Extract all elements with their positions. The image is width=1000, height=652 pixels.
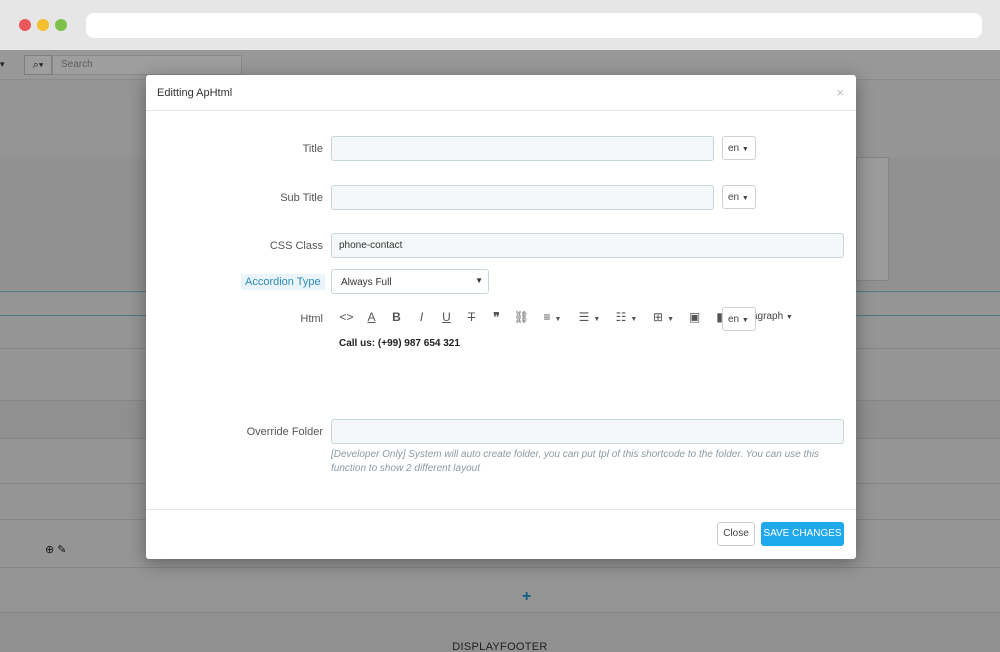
close-icon[interactable]: × xyxy=(836,85,844,100)
window-minimize-dot[interactable] xyxy=(37,19,49,31)
html-label: Html xyxy=(300,313,323,325)
font-color-icon[interactable]: A xyxy=(359,310,384,324)
accordion-type-label: Accordion Type xyxy=(241,274,325,290)
title-label: Title xyxy=(302,143,323,155)
save-changes-button[interactable]: SAVE CHANGES xyxy=(761,522,844,546)
accordion-type-select[interactable]: Always Full ▼ xyxy=(331,269,489,294)
subtitle-lang-select[interactable]: en ▼ xyxy=(722,185,756,209)
quote-icon[interactable]: ❞ xyxy=(484,310,509,324)
bold-icon[interactable]: B xyxy=(384,310,409,324)
editor-toolbar: <> A B I U T ❞ ⛓ ≡ ▼ ☰ ▼ ☷ ▼ ⊞ ▼ ▣ ▮ xyxy=(334,306,732,328)
align-icon[interactable]: ≡ ▼ xyxy=(534,310,571,324)
title-lang-select[interactable]: en ▼ xyxy=(722,136,756,160)
window-maximize-dot[interactable] xyxy=(55,19,67,31)
modal-title: Editting ApHtml xyxy=(157,87,233,99)
chevron-down-icon: ▼ xyxy=(741,195,749,202)
lang-label: en xyxy=(728,143,740,154)
chevron-down-icon: ▼ xyxy=(741,146,749,153)
table-icon[interactable]: ⊞ ▼ xyxy=(645,310,682,324)
browser-chrome xyxy=(0,0,1000,50)
link-icon[interactable]: ⛓ xyxy=(509,310,534,324)
html-lang-select[interactable]: en ▼ xyxy=(722,307,756,331)
lang-label: en xyxy=(728,192,740,203)
code-icon[interactable]: <> xyxy=(334,310,359,324)
strikethrough-icon[interactable]: T xyxy=(459,310,484,324)
chevron-down-icon: ▼ xyxy=(475,276,483,285)
subtitle-input[interactable] xyxy=(331,185,714,210)
css-class-input[interactable]: phone-contact xyxy=(331,233,844,258)
chevron-down-icon: ▼ xyxy=(741,317,749,324)
override-folder-label: Override Folder xyxy=(246,426,323,438)
override-folder-help: [Developer Only] System will auto create… xyxy=(331,449,820,474)
numbered-list-icon[interactable]: ☷ ▼ xyxy=(608,310,645,324)
modal-header: Editting ApHtml × xyxy=(146,75,856,111)
bullet-list-icon[interactable]: ☰ ▼ xyxy=(571,310,608,324)
modal-footer: Close SAVE CHANGES xyxy=(146,509,856,559)
window-close-dot[interactable] xyxy=(19,19,31,31)
italic-icon[interactable]: I xyxy=(409,310,434,324)
chevron-down-icon: ▼ xyxy=(785,314,793,321)
paragraph-format-dropdown[interactable]: agraph ▼ xyxy=(752,311,793,322)
accordion-type-value: Always Full xyxy=(341,277,392,288)
address-bar[interactable] xyxy=(86,13,982,38)
title-input[interactable] xyxy=(331,136,714,161)
css-class-label: CSS Class xyxy=(269,240,323,252)
override-folder-input[interactable] xyxy=(331,419,844,444)
paragraph-label: agraph xyxy=(752,311,784,322)
html-editor-content[interactable]: Call us: (+99) 987 654 321 xyxy=(339,338,460,349)
image-icon[interactable]: ▣ xyxy=(682,310,707,324)
close-button[interactable]: Close xyxy=(717,522,755,546)
lang-label: en xyxy=(728,314,740,325)
subtitle-label: Sub Title xyxy=(280,192,323,204)
edit-modal: Editting ApHtml × Title en ▼ Sub Title e… xyxy=(146,75,856,559)
underline-icon[interactable]: U xyxy=(434,310,459,324)
